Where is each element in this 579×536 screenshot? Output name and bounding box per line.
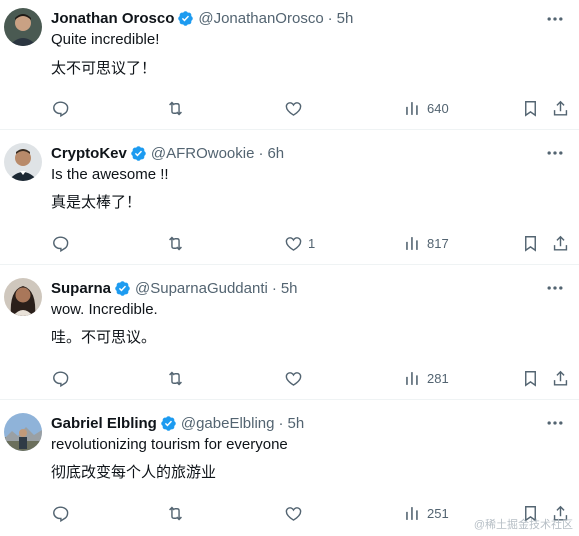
reply-icon: [53, 370, 69, 387]
more-icon[interactable]: [545, 278, 565, 298]
author-name[interactable]: Jonathan Orosco: [51, 10, 174, 27]
views-icon: [406, 236, 418, 250]
tweet-text-zh: 真是太棒了！: [51, 194, 142, 211]
views-icon: [406, 101, 418, 115]
tweet-3[interactable]: Suparna @SuparnaGuddanti · 5h wow. Incre…: [0, 265, 579, 400]
bookmark-button[interactable]: [521, 233, 540, 253]
reply-button[interactable]: [51, 233, 70, 253]
tweet-text-zh: 太不可思议了！: [51, 60, 157, 77]
timestamp[interactable]: 5h: [337, 10, 354, 27]
more-icon[interactable]: [545, 9, 565, 29]
share-button[interactable]: [551, 98, 570, 118]
verified-badge-icon: [161, 415, 176, 431]
reply-icon: [53, 100, 69, 117]
views-button[interactable]: 640: [403, 98, 449, 118]
tweet-2[interactable]: CryptoKev @AFROwookie · 6h Is the awesom…: [0, 130, 579, 265]
reply-button[interactable]: [51, 503, 70, 523]
tweet-text-zh: 哇。不可思议。: [51, 329, 157, 346]
tweet-text-en: revolutionizing tourism for everyone: [51, 436, 288, 453]
separator: ·: [258, 144, 264, 162]
retweet-icon: [169, 101, 182, 115]
share-button[interactable]: [551, 368, 570, 388]
reply-button[interactable]: [51, 368, 70, 388]
view-count: 817: [427, 235, 449, 251]
verified-badge-icon: [131, 145, 146, 161]
timestamp[interactable]: 5h: [281, 280, 298, 297]
like-icon: [285, 101, 302, 116]
verified-badge-icon: [178, 10, 194, 26]
reply-icon: [53, 505, 69, 522]
timestamp[interactable]: 5h: [288, 415, 305, 432]
share-button[interactable]: [551, 233, 570, 253]
more-icon[interactable]: [545, 143, 565, 163]
tweet-text-en: Quite incredible!: [51, 31, 160, 48]
avatar[interactable]: [4, 143, 42, 181]
author-handle[interactable]: @gabeElbling: [181, 415, 275, 432]
share-icon: [553, 100, 568, 116]
view-count: 281: [427, 370, 449, 386]
like-icon: [285, 506, 302, 521]
more-icon[interactable]: [545, 413, 565, 433]
separator: ·: [271, 279, 277, 297]
avatar[interactable]: [4, 413, 42, 451]
like-button[interactable]: [284, 368, 308, 388]
author-handle[interactable]: @SuparnaGuddanti: [135, 280, 268, 297]
reply-icon: [53, 235, 69, 252]
retweet-icon: [169, 236, 182, 250]
verified-badge-icon: [115, 280, 130, 296]
like-button[interactable]: 1: [284, 233, 315, 253]
retweet-icon: [169, 371, 182, 385]
separator: ·: [278, 414, 284, 432]
retweet-button[interactable]: [166, 368, 185, 388]
watermark: @稀土掘金技术社区: [473, 519, 573, 531]
avatar[interactable]: [4, 278, 42, 316]
author-name[interactable]: CryptoKev: [51, 145, 127, 162]
retweet-icon: [169, 506, 182, 520]
view-count: 640: [427, 100, 449, 116]
like-button[interactable]: [284, 503, 308, 523]
avatar[interactable]: [4, 8, 42, 46]
share-icon: [553, 235, 568, 251]
views-button[interactable]: 281: [403, 368, 449, 388]
views-icon: [406, 371, 418, 385]
retweet-button[interactable]: [166, 503, 185, 523]
bookmark-button[interactable]: [521, 98, 540, 118]
bookmark-button[interactable]: [521, 368, 540, 388]
timestamp[interactable]: 6h: [267, 145, 284, 162]
like-button[interactable]: [284, 98, 308, 118]
views-button[interactable]: 251: [403, 503, 449, 523]
share-icon: [553, 370, 568, 386]
retweet-button[interactable]: [166, 233, 185, 253]
separator: ·: [327, 9, 333, 27]
bookmark-icon: [525, 370, 536, 387]
reply-button[interactable]: [51, 98, 70, 118]
bookmark-icon: [525, 235, 536, 252]
author-handle[interactable]: @JonathanOrosco: [198, 10, 323, 27]
author-name[interactable]: Suparna: [51, 280, 111, 297]
author-name[interactable]: Gabriel Elbling: [51, 415, 157, 432]
views-button[interactable]: 817: [403, 233, 449, 253]
like-count: 1: [308, 235, 316, 251]
tweet-1[interactable]: Jonathan Orosco @JonathanOrosco · 5h Qui…: [0, 0, 579, 130]
views-icon: [406, 506, 418, 520]
like-icon: [285, 236, 302, 251]
like-icon: [285, 371, 302, 386]
tweet-text-zh: 彻底改变每个人的旅游业: [51, 464, 217, 481]
tweet-text-en: Is the awesome !!: [51, 166, 169, 183]
retweet-button[interactable]: [166, 98, 185, 118]
author-handle[interactable]: @AFROwookie: [151, 145, 255, 162]
tweet-text-en: wow. Incredible.: [51, 301, 158, 318]
view-count: 251: [427, 505, 449, 521]
bookmark-icon: [525, 100, 536, 117]
